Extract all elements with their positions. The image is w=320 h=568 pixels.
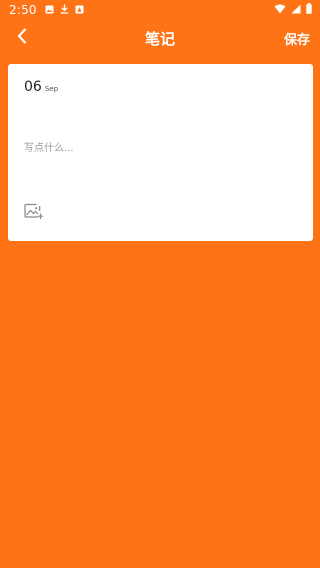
- status-bar: 2:50: [0, 0, 320, 20]
- status-time: 2:50: [9, 3, 37, 17]
- date-day: 06: [24, 79, 42, 95]
- page-title: 笔记: [144, 30, 175, 48]
- add-image-icon: [24, 203, 44, 224]
- app-notification-icon: [75, 3, 84, 17]
- download-icon: [60, 3, 69, 17]
- note-content-input[interactable]: [24, 140, 294, 156]
- note-card: 06 Sep: [8, 64, 313, 241]
- signal-icon: [291, 3, 301, 17]
- save-button[interactable]: 保存: [284, 29, 310, 48]
- notification-icons: [45, 3, 84, 17]
- gallery-icon: [45, 3, 54, 17]
- add-image-button[interactable]: [24, 202, 44, 220]
- note-date: 06 Sep: [24, 79, 58, 95]
- app-bar: 笔记 保存: [0, 20, 320, 56]
- wifi-icon: [274, 3, 286, 17]
- status-right-icons: [274, 3, 312, 17]
- battery-icon: [306, 3, 312, 17]
- date-month: Sep: [44, 85, 59, 93]
